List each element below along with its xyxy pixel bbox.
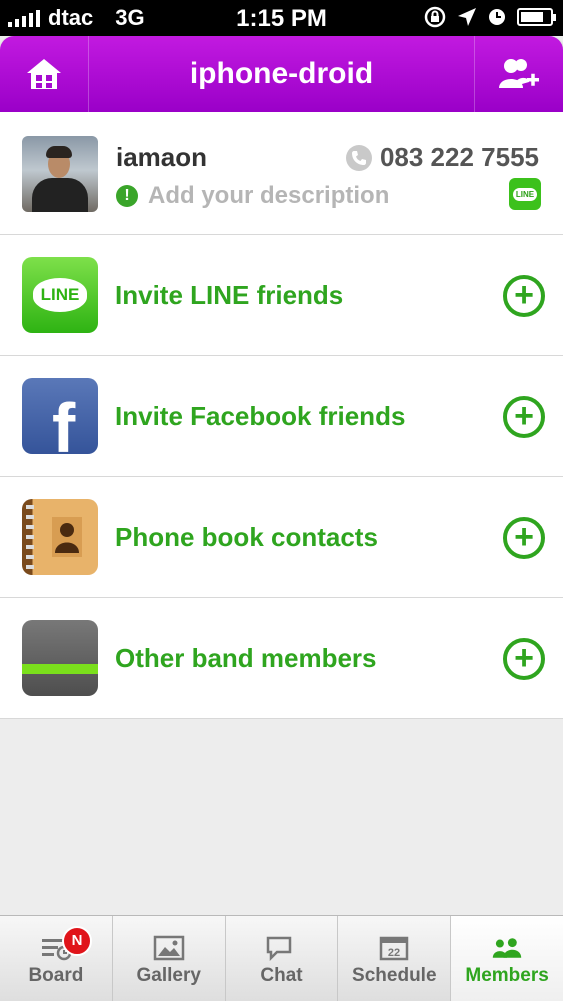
status-bar: dtac 3G 1:15 PM: [0, 0, 563, 36]
tab-schedule[interactable]: 22 Schedule: [338, 916, 452, 1001]
add-circle-icon[interactable]: +: [503, 275, 545, 317]
add-member-button[interactable]: [474, 36, 563, 112]
phone-number: 083 222 7555: [379, 142, 539, 172]
line-badge-text: LINE: [512, 187, 538, 201]
add-circle-icon[interactable]: +: [503, 638, 545, 680]
add-circle-icon[interactable]: +: [503, 517, 545, 559]
phone-book-row[interactable]: Phone book contacts +: [0, 477, 563, 598]
band-members-label: Other band members: [115, 643, 377, 673]
battery-icon: [517, 8, 556, 26]
home-button[interactable]: [0, 36, 89, 112]
profile-phone[interactable]: 083 222 7555: [345, 142, 539, 173]
members-icon: [492, 938, 522, 958]
line-icon-text: LINE: [32, 278, 88, 312]
line-badge-icon: LINE: [509, 178, 541, 210]
chat-icon: [267, 936, 292, 961]
contacts-book-icon: [22, 499, 98, 575]
rotation-lock-icon: [424, 6, 446, 28]
notification-badge: N: [62, 926, 92, 956]
calendar-icon-text: 22: [388, 947, 400, 959]
line-icon: LINE: [22, 257, 98, 333]
band-members-row[interactable]: Other band members +: [0, 598, 563, 719]
tab-members[interactable]: Members: [451, 916, 563, 1001]
alert-icon: !: [116, 185, 138, 207]
invite-line-row[interactable]: LINE Invite LINE friends +: [0, 235, 563, 356]
band-icon: [22, 620, 98, 696]
add-member-icon: [499, 59, 539, 88]
invite-line-label: Invite LINE friends: [115, 280, 344, 310]
app-header: iphone-droid: [0, 36, 563, 112]
tab-label: Board: [28, 965, 84, 986]
tab-label: Gallery: [136, 965, 201, 986]
tab-label: Schedule: [352, 965, 437, 986]
members-list: iamaon 083 222 7555 ! Add your descripti…: [0, 112, 563, 719]
profile-row[interactable]: iamaon 083 222 7555 ! Add your descripti…: [0, 112, 563, 235]
description-placeholder: Add your description: [148, 182, 390, 209]
profile-name: iamaon: [116, 142, 208, 172]
location-icon: [458, 8, 476, 26]
tab-label: Chat: [260, 965, 303, 986]
home-icon: [27, 59, 61, 89]
alarm-icon: [489, 9, 505, 25]
status-right: [423, 5, 556, 29]
avatar[interactable]: [22, 136, 98, 212]
gallery-icon: [153, 935, 184, 961]
tab-gallery[interactable]: Gallery: [113, 916, 226, 1001]
facebook-icon: f: [22, 378, 98, 454]
tab-board[interactable]: N Board: [0, 916, 113, 1001]
tab-label: Members: [465, 965, 549, 986]
add-circle-icon[interactable]: +: [503, 396, 545, 438]
phone-book-label: Phone book contacts: [115, 522, 378, 552]
facebook-icon-text: f: [52, 389, 76, 454]
profile-description[interactable]: ! Add your description: [116, 182, 389, 210]
tab-chat[interactable]: Chat: [226, 916, 339, 1001]
tab-bar: N Board Gallery Chat 22 Schedule Members: [0, 915, 563, 1001]
page-title: iphone-droid: [189, 57, 374, 90]
invite-facebook-row[interactable]: f Invite Facebook friends +: [0, 356, 563, 477]
phone-icon: [345, 144, 372, 171]
invite-facebook-label: Invite Facebook friends: [115, 401, 406, 431]
calendar-icon: 22: [380, 936, 409, 961]
